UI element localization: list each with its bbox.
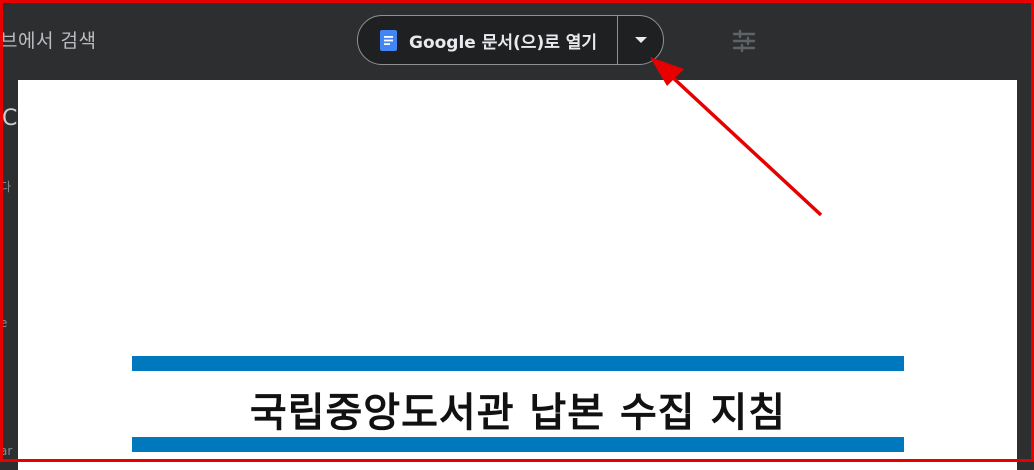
annotation-arrow xyxy=(650,57,823,217)
